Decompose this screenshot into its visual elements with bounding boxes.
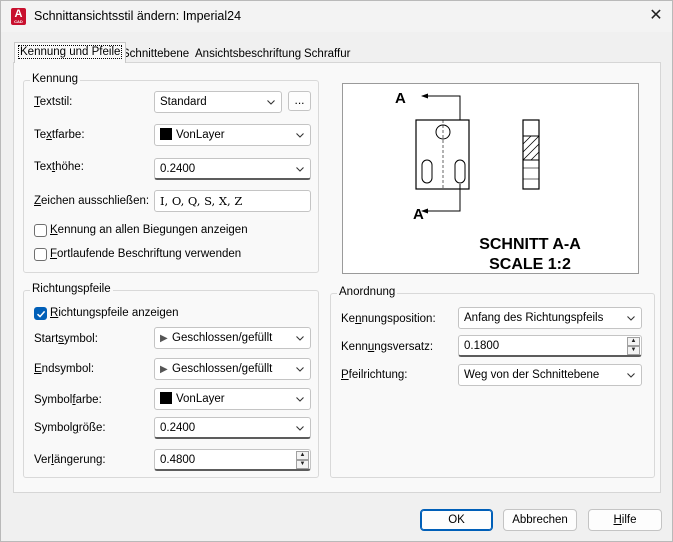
kennung-group-title: Kennung xyxy=(30,73,81,85)
tab-ansichtsbeschriftung[interactable]: Ansichtsbeschriftung xyxy=(191,45,305,63)
spin-down-icon[interactable]: ▼ xyxy=(627,346,640,355)
tab-schraffur[interactable]: Schraffur xyxy=(300,45,354,63)
endsymbol-value: Geschlossen/gefüllt xyxy=(172,363,273,375)
spin-up-icon[interactable]: ▲ xyxy=(627,337,640,346)
kennungsversatz-label: Kennungsversatz: xyxy=(341,341,434,353)
startsymbol-dropdown[interactable]: ▶ Geschlossen/gefüllt xyxy=(154,327,311,349)
section-label-bottom: A xyxy=(413,206,424,223)
spin-down-icon[interactable]: ▼ xyxy=(296,460,309,469)
textfarbe-label: Textfarbe: xyxy=(34,129,85,141)
chevron-down-icon xyxy=(296,367,304,372)
textstil-value: Standard xyxy=(160,96,207,108)
texthoehe-label: Texthöhe: xyxy=(34,161,84,173)
dialog-window: A CAD Schnittansichtsstil ändern: Imperi… xyxy=(0,0,673,542)
textstil-browse-button[interactable]: ... xyxy=(288,91,311,111)
textstil-dropdown[interactable]: Standard xyxy=(154,91,282,113)
help-button[interactable]: Hilfe xyxy=(588,509,662,531)
textfarbe-dropdown[interactable]: VonLayer xyxy=(154,124,311,146)
section-label-top: A xyxy=(395,90,406,107)
texthoehe-value: 0.2400 xyxy=(160,163,196,175)
ok-button[interactable]: OK xyxy=(420,509,493,531)
tab-label: Schraffur xyxy=(304,48,351,60)
zeichen-label: Zeichen ausschließen: xyxy=(34,195,150,207)
symbolgroesse-label: Symbolgröße: xyxy=(34,422,106,434)
zeichen-input[interactable]: I, O, Q, S, X, Z xyxy=(154,190,311,212)
fortlaufend-label[interactable]: Fortlaufende Beschriftung verwenden xyxy=(50,248,241,260)
startsymbol-label: Startsymbol: xyxy=(34,333,98,345)
chevron-down-icon xyxy=(296,426,304,431)
kennungsversatz-value: 0.1800 xyxy=(464,340,500,352)
color-swatch xyxy=(160,392,172,404)
kennungsversatz-spinbox[interactable]: 0.1800 ▲ ▼ xyxy=(458,335,642,357)
window-title: Schnittansichtsstil ändern: Imperial24 xyxy=(34,9,242,23)
fortlaufend-checkbox[interactable] xyxy=(34,248,47,261)
startsymbol-value: Geschlossen/gefüllt xyxy=(172,332,273,344)
symbolgroesse-value: 0.2400 xyxy=(160,422,196,434)
chevron-down-icon xyxy=(627,316,635,321)
kennungsversatz-spinner[interactable]: ▲ ▼ xyxy=(627,337,640,355)
kennungsposition-value: Anfang des Richtungspfeils xyxy=(464,312,604,324)
pfeilrichtung-label: Pfeilrichtung: xyxy=(341,369,408,381)
tab-label: Schnittebene xyxy=(122,48,190,60)
checkmark-icon xyxy=(36,310,46,318)
chevron-down-icon xyxy=(296,397,304,402)
textstil-label: Textstil: xyxy=(34,96,73,108)
close-icon: ✕ xyxy=(649,7,663,24)
biegungen-label[interactable]: Kennung an allen Biegungen anzeigen xyxy=(50,224,248,236)
symbolgroesse-dropdown[interactable]: 0.2400 xyxy=(154,417,311,439)
spin-up-icon[interactable]: ▲ xyxy=(296,451,309,460)
endsymbol-label: Endsymbol: xyxy=(34,363,95,375)
section-preview: A A SCHNITT A-A SCALE 1:2 xyxy=(342,83,639,274)
tab-label: Ansichtsbeschriftung xyxy=(195,48,302,60)
verlaengerung-value: 0.4800 xyxy=(160,454,196,466)
closed-filled-arrow-icon: ▶ xyxy=(160,333,168,344)
symbolfarbe-dropdown[interactable]: VonLayer xyxy=(154,388,311,410)
verlaengerung-spinner[interactable]: ▲ ▼ xyxy=(296,451,309,469)
richtungspfeile-group-title: Richtungspfeile xyxy=(30,283,113,295)
close-button[interactable]: ✕ xyxy=(641,3,671,29)
richtungspfeile-anzeigen-label[interactable]: Richtungspfeile anzeigen xyxy=(50,307,179,319)
autocad-app-icon: A CAD xyxy=(11,8,26,25)
textfarbe-value: VonLayer xyxy=(176,129,225,141)
kennungsposition-label: Kennungsposition: xyxy=(341,313,436,325)
verlaengerung-spinbox[interactable]: 0.4800 ▲ ▼ xyxy=(154,449,311,471)
chevron-down-icon xyxy=(296,133,304,138)
richtungspfeile-anzeigen-checkbox[interactable] xyxy=(34,307,47,320)
chevron-down-icon xyxy=(627,373,635,378)
chevron-down-icon xyxy=(296,167,304,172)
endsymbol-dropdown[interactable]: ▶ Geschlossen/gefüllt xyxy=(154,358,311,380)
tab-kennung-und-pfeile[interactable]: Kennung und Pfeile xyxy=(14,42,127,63)
chevron-down-icon xyxy=(267,100,275,105)
color-swatch xyxy=(160,128,172,140)
preview-caption-title: SCHNITT A-A xyxy=(479,236,581,253)
symbolfarbe-value: VonLayer xyxy=(176,393,225,405)
pfeilrichtung-value: Weg von der Schnittebene xyxy=(464,369,600,381)
title-bar[interactable]: A CAD Schnittansichtsstil ändern: Imperi… xyxy=(1,1,672,32)
section-preview-drawing: A A SCHNITT A-A SCALE 1:2 xyxy=(395,90,581,273)
symbolfarbe-label: Symbolfarbe: xyxy=(34,394,102,406)
anordnung-group-title: Anordnung xyxy=(337,286,398,298)
verlaengerung-label: Verlängerung: xyxy=(34,454,106,466)
kennungsposition-dropdown[interactable]: Anfang des Richtungspfeils xyxy=(458,307,642,329)
cancel-button[interactable]: Abbrechen xyxy=(503,509,577,531)
preview-caption-scale: SCALE 1:2 xyxy=(489,256,571,273)
closed-filled-arrow-icon: ▶ xyxy=(160,364,168,375)
chevron-down-icon xyxy=(296,336,304,341)
tab-schnittebene[interactable]: Schnittebene xyxy=(118,45,193,63)
app-icon-sublabel: CAD xyxy=(14,19,23,24)
biegungen-checkbox[interactable] xyxy=(34,224,47,237)
texthoehe-dropdown[interactable]: 0.2400 xyxy=(154,158,311,180)
pfeilrichtung-dropdown[interactable]: Weg von der Schnittebene xyxy=(458,364,642,386)
tab-label: Kennung und Pfeile xyxy=(18,45,123,59)
